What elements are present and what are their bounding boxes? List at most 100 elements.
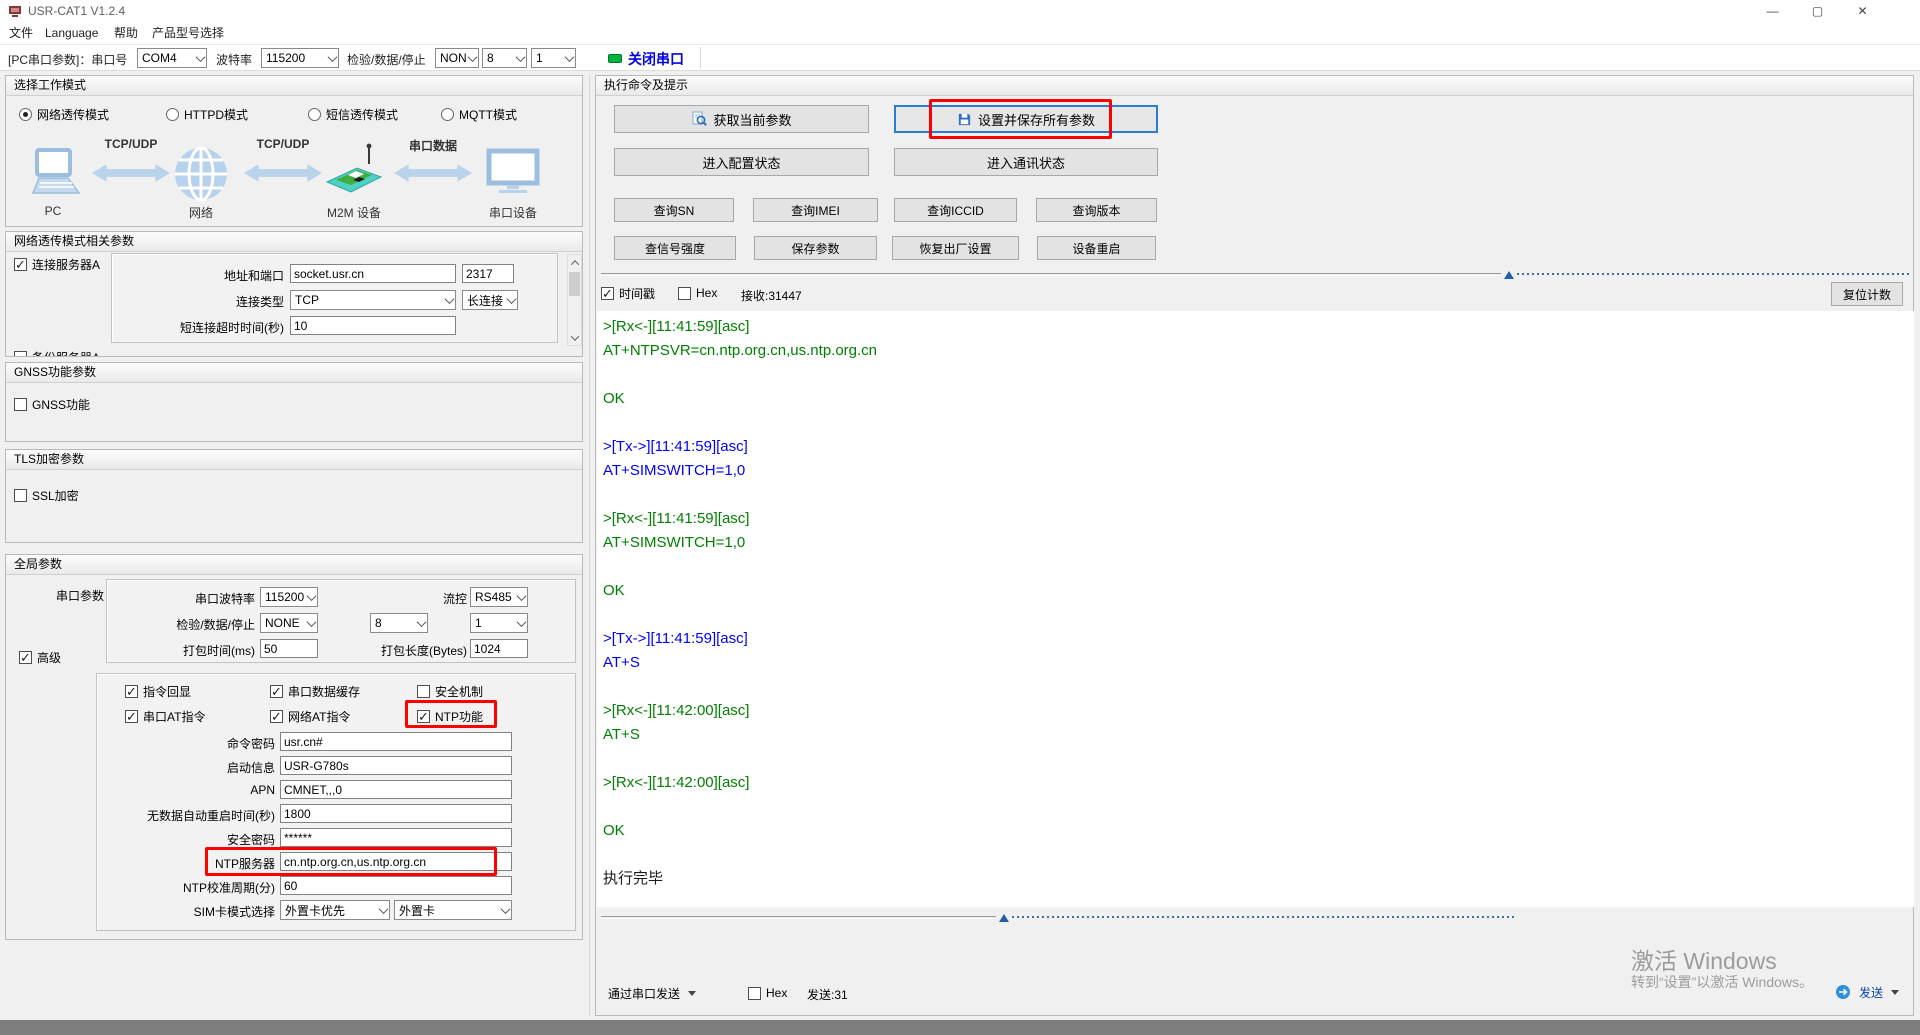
reset-count-button[interactable]: 复位计数: [1831, 282, 1903, 306]
g-stopbits-select[interactable]: 1: [470, 613, 528, 633]
scroll-down-icon[interactable]: [568, 330, 581, 345]
checkbox-serial-at[interactable]: 串口AT指令: [125, 708, 205, 724]
short-conn-timeout-label: 短连接超时时间(秒): [112, 319, 284, 336]
server-address-input[interactable]: [290, 264, 456, 283]
menu-bar: 文件 Language 帮助 产品型号选择: [0, 22, 1920, 45]
scroll-up-icon[interactable]: [568, 255, 581, 270]
parity-select[interactable]: NONI: [435, 48, 479, 68]
g-parity-label: 检验/数据/停止: [107, 616, 255, 633]
close-button[interactable]: ✕: [1840, 0, 1885, 22]
chevron-down-icon: [196, 52, 206, 62]
checkbox-gnss[interactable]: GNSS功能: [14, 396, 90, 412]
chevron-down-icon: [1891, 990, 1899, 995]
query-sn-button[interactable]: 查询SN: [614, 198, 734, 222]
baud-select[interactable]: 115200: [261, 48, 339, 68]
query-iccid-button[interactable]: 查询ICCID: [894, 198, 1017, 222]
server-port-input[interactable]: [462, 264, 514, 283]
link-tcp-udp-2: TCP/UDP: [248, 137, 318, 151]
g-baud-label: 串口波特率: [107, 590, 255, 607]
minimize-button[interactable]: —: [1750, 0, 1795, 22]
device-restart-button[interactable]: 设备重启: [1037, 236, 1156, 260]
short-conn-timeout-input[interactable]: [290, 316, 456, 335]
save-params-button[interactable]: 保存参数: [754, 236, 877, 260]
checkbox-icon: [14, 351, 27, 358]
serial-group-label: 串口参数: [46, 587, 104, 604]
checkbox-hex-send[interactable]: Hex: [748, 985, 787, 1001]
log-trackbar-bottom[interactable]: [601, 912, 1516, 924]
boot-message-input[interactable]: [280, 756, 512, 775]
get-params-button[interactable]: 获取当前参数: [614, 105, 869, 133]
chevron-down-icon: [468, 52, 478, 62]
menu-product-model[interactable]: 产品型号选择: [152, 22, 224, 45]
sim-card-select[interactable]: 外置卡: [394, 900, 512, 920]
query-signal-button[interactable]: 查信号强度: [614, 236, 736, 260]
checkbox-security[interactable]: 安全机制: [417, 683, 483, 699]
menu-help[interactable]: 帮助: [114, 22, 138, 45]
checkbox-echo[interactable]: 指令回显: [125, 683, 191, 699]
security-password-input[interactable]: [280, 828, 512, 847]
conn-type-select[interactable]: TCP: [290, 290, 456, 310]
log-line: OK: [603, 579, 1914, 603]
globe-network-icon: [173, 146, 229, 202]
maximize-button[interactable]: ▢: [1795, 0, 1840, 22]
query-version-button[interactable]: 查询版本: [1036, 198, 1157, 222]
menu-file[interactable]: 文件: [9, 22, 33, 45]
g-baud-select[interactable]: 115200: [260, 587, 318, 607]
log-trackbar-top[interactable]: [601, 269, 1910, 281]
chevron-down-icon: [565, 52, 575, 62]
trackbar-thumb[interactable]: [999, 914, 1009, 922]
g-databits-select[interactable]: 8: [370, 613, 428, 633]
checkbox-server-backup[interactable]: 备份服务器A: [14, 349, 100, 357]
close-port-button[interactable]: 关闭串口: [628, 49, 684, 69]
query-imei-button[interactable]: 查询IMEI: [753, 198, 878, 222]
ntp-server-input[interactable]: [280, 852, 512, 871]
section-net-params: 网络透传模式相关参数 连接服务器A 地址和端口 连接类型 TCP 长连接 短连接…: [5, 231, 583, 357]
keepalive-select[interactable]: 长连接: [462, 290, 518, 310]
trackbar-thumb[interactable]: [1504, 271, 1514, 279]
arrow-bidirectional: [394, 162, 472, 184]
log-line: [603, 843, 1914, 867]
checkbox-icon: [125, 685, 138, 698]
apn-input[interactable]: [280, 780, 512, 799]
g-parity-select[interactable]: NONE: [260, 613, 318, 633]
send-button[interactable]: 发送: [1829, 981, 1905, 1003]
radio-httpd[interactable]: HTTPD模式: [166, 106, 248, 122]
flow-select[interactable]: RS485: [470, 587, 528, 607]
sim-mode-select[interactable]: 外置卡优先: [280, 900, 390, 920]
cmd-password-input[interactable]: [280, 732, 512, 751]
windows-activate-watermark-sub: 转到“设置”以激活 Windows。: [1631, 972, 1813, 992]
set-save-all-button[interactable]: 设置并保存所有参数: [894, 105, 1158, 133]
checkbox-net-at[interactable]: 网络AT指令: [270, 708, 350, 724]
checkbox-icon: [678, 287, 691, 300]
com-port-select[interactable]: COM4: [137, 48, 207, 68]
pack-time-input[interactable]: [260, 639, 318, 658]
stopbits-select[interactable]: 1: [531, 48, 576, 68]
auto-restart-input[interactable]: [280, 804, 512, 823]
enter-config-button[interactable]: 进入配置状态: [614, 148, 869, 176]
checkbox-server-a[interactable]: 连接服务器A: [14, 256, 100, 272]
menu-language[interactable]: Language: [45, 22, 98, 45]
checkbox-timestamp[interactable]: 时间戳: [601, 285, 655, 301]
cmd-password-label: 命令密码: [97, 735, 275, 752]
send-via-serial-dropdown[interactable]: 通过串口发送: [602, 982, 702, 1004]
ntp-period-input[interactable]: [280, 876, 512, 895]
radio-net-passthrough[interactable]: 网络透传模式: [19, 106, 109, 122]
checkbox-ntp[interactable]: NTP功能: [417, 708, 483, 724]
databits-select[interactable]: 8: [482, 48, 527, 68]
checkbox-ssl[interactable]: SSL加密: [14, 487, 79, 503]
log-output[interactable]: >[Rx<-][11:41:59][asc] AT+NTPSVR=cn.ntp.…: [597, 311, 1914, 907]
checkbox-advanced[interactable]: 高级: [19, 649, 61, 665]
checkbox-hex-recv[interactable]: Hex: [678, 285, 717, 301]
pack-time-label: 打包时间(ms): [107, 642, 255, 659]
checkbox-serial-cache[interactable]: 串口数据缓存: [270, 683, 360, 699]
scrollbar-thumb[interactable]: [569, 272, 580, 296]
chevron-down-icon: [507, 294, 517, 304]
enter-comm-button[interactable]: 进入通讯状态: [894, 148, 1158, 176]
log-line: AT+S: [603, 651, 1914, 675]
serial-device-monitor-icon: [486, 148, 540, 196]
params-scrollbar[interactable]: [567, 254, 582, 346]
radio-sms-passthrough[interactable]: 短信透传模式: [308, 106, 398, 122]
pack-len-input[interactable]: [470, 639, 528, 658]
factory-reset-button[interactable]: 恢复出厂设置: [892, 236, 1019, 260]
radio-mqtt[interactable]: MQTT模式: [441, 106, 517, 122]
